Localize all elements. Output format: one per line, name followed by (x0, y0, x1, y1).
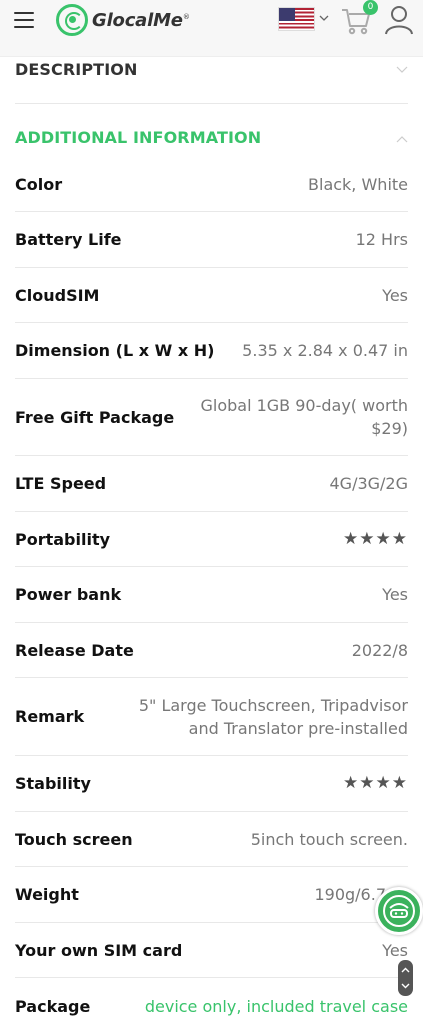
rating-stars: ★★★★ (343, 528, 408, 549)
spec-value: Yes (382, 285, 408, 305)
spec-row-lte-speed: LTE Speed 4G/3G/2G (15, 456, 408, 512)
spec-row-battery-life: Battery Life 12 Hrs (15, 212, 408, 268)
spec-label: Battery Life (15, 230, 122, 249)
chevron-down-icon[interactable] (398, 981, 413, 991)
chat-bubble-icon (383, 895, 415, 927)
spec-label: CloudSIM (15, 285, 100, 305)
spec-label: Dimension (L x W x H) (15, 341, 215, 360)
spec-label: Remark (15, 707, 85, 726)
spec-value: 4G/3G/2G (329, 474, 408, 493)
spec-label: Stability (15, 774, 91, 793)
spec-row-portability: Portability ★★★★ (15, 512, 408, 567)
spec-label: Touch screen (15, 829, 133, 849)
spec-value: 5" Large Touchscreen, Tripadvisor and Tr… (138, 695, 408, 738)
hamburger-menu-icon[interactable] (12, 9, 38, 31)
chevron-up-icon[interactable] (396, 135, 408, 143)
chevron-down-icon[interactable] (396, 66, 408, 74)
chat-support-button[interactable] (375, 887, 423, 935)
spec-value: 2022/8 (351, 640, 408, 660)
spec-label: LTE Speed (15, 474, 107, 493)
spec-value: 5inch touch screen. (250, 829, 408, 849)
user-icon[interactable] (384, 3, 414, 35)
rating-stars: ★★★★ (343, 773, 408, 793)
scroll-control[interactable] (398, 960, 413, 996)
spec-row-touch-screen: Touch screen 5inch touch screen. (15, 812, 408, 867)
spec-row-power-bank: Power bank Yes (15, 567, 408, 623)
spec-value: Yes (382, 940, 408, 960)
cart-count-badge: 0 (363, 0, 378, 15)
spec-value: device only, included travel case (144, 996, 408, 1016)
spec-row-remark: Remark 5" Large Touchscreen, Tripadvisor… (15, 678, 408, 756)
spec-value: Black, White (308, 174, 408, 194)
spec-row-own-sim-card: Your own SIM card Yes (15, 923, 408, 978)
spec-row-package: Package device only, included travel cas… (15, 978, 408, 1024)
chevron-up-icon[interactable] (398, 965, 413, 975)
spec-value: Global 1GB 90-day( worth $29) (200, 396, 408, 438)
us-flag-icon[interactable] (278, 7, 315, 31)
spec-label: Your own SIM card (15, 940, 183, 960)
spec-row-color: Color Black, White (15, 157, 408, 212)
spec-row-free-gift-package: Free Gift Package Global 1GB 90-day( wor… (15, 379, 408, 456)
spec-row-stability: Stability ★★★★ (15, 756, 408, 812)
additional-info-section-title[interactable]: ADDITIONAL INFORMATION (15, 128, 261, 147)
spec-label: Power bank (15, 585, 122, 604)
spec-label: Package (15, 996, 91, 1016)
spec-label: Release Date (15, 640, 134, 660)
spec-value: 5.35 x 2.84 x 0.47 in (242, 341, 408, 360)
spec-label: Portability (15, 529, 111, 549)
spec-row-release-date: Release Date 2022/8 (15, 623, 408, 678)
spec-row-dimension: Dimension (L x W x H) 5.35 x 2.84 x 0.47… (15, 323, 408, 379)
spec-label: Free Gift Package (15, 407, 175, 427)
divider (15, 103, 408, 104)
spec-row-weight: Weight 190g/6.7 (15, 867, 408, 923)
chevron-down-icon[interactable] (319, 13, 329, 23)
spec-label: Color (15, 174, 63, 194)
description-section-title[interactable]: DESCRIPTION (15, 60, 137, 79)
brand-logo[interactable]: GlocalMe® (56, 4, 190, 36)
globe-logo-icon (56, 4, 88, 36)
spec-row-cloudsim: CloudSIM Yes (15, 268, 408, 323)
spec-value: Yes (382, 585, 408, 604)
brand-name: GlocalMe® (92, 9, 190, 31)
spec-label: Weight (15, 885, 79, 904)
top-header: GlocalMe® 0 (0, 0, 423, 57)
spec-value: 12 Hrs (355, 230, 408, 249)
